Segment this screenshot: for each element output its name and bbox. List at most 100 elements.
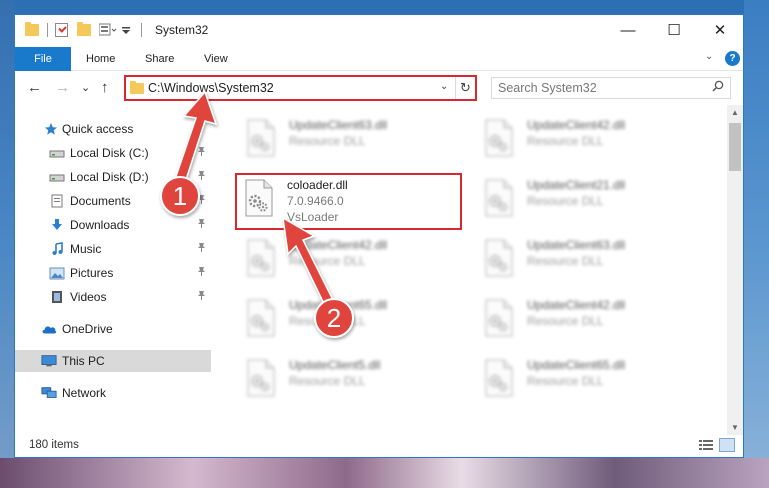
forward-button[interactable]: →	[55, 79, 70, 96]
coloader-tile[interactable]: coloader.dll 7.0.9466.0 VsLoader	[235, 173, 462, 230]
desktop-background-bottom	[0, 458, 769, 488]
dll-file-icon	[245, 119, 277, 157]
file-detail: Resource DLL	[527, 194, 604, 208]
sidebar-item-label: Quick access	[62, 122, 134, 136]
item-count: 180 items	[29, 439, 79, 451]
file-tile[interactable]: UpdateClient65.dll Resource DLL	[239, 295, 469, 345]
separator	[141, 23, 142, 37]
sidebar-item-this-pc[interactable]: This PC	[15, 350, 211, 372]
address-bar[interactable]: C:\Windows\System32 ⌄ ↻	[124, 75, 477, 101]
sidebar-item-label: Documents	[70, 194, 131, 208]
file-detail: Resource DLL	[527, 314, 604, 328]
vertical-scrollbar[interactable]: ▲ ▼	[727, 105, 743, 435]
pictures-icon	[49, 266, 65, 280]
pin-icon	[197, 266, 206, 280]
recent-locations-button[interactable]: ⌄	[81, 81, 90, 94]
tab-home[interactable]: Home	[86, 47, 115, 71]
address-path[interactable]: C:\Windows\System32	[148, 81, 274, 95]
minimize-button[interactable]: —	[605, 15, 651, 45]
sidebar-item-label: OneDrive	[62, 322, 113, 336]
pin-icon	[197, 242, 206, 256]
download-icon	[49, 218, 65, 232]
search-input[interactable]	[492, 78, 697, 98]
new-folder-icon[interactable]	[77, 22, 91, 36]
scrollbar-thumb[interactable]	[729, 123, 741, 171]
navigation-bar: ← → ⌄ ↑ C:\Windows\System32 ⌄ ↻	[15, 71, 743, 105]
scroll-up-icon[interactable]: ▲	[731, 108, 739, 117]
drive-icon	[49, 170, 65, 184]
sidebar-item-local-disk-d[interactable]: Local Disk (D:)	[15, 166, 211, 188]
close-button[interactable]: ✕	[697, 15, 743, 45]
sidebar-item-onedrive[interactable]: OneDrive	[15, 318, 211, 340]
sidebar-item-label: This PC	[62, 354, 105, 368]
pin-icon	[197, 170, 206, 184]
sidebar-item-label: Videos	[70, 290, 107, 304]
ribbon-tabs: File Home Share View ⌄ ?	[15, 47, 743, 71]
refresh-button[interactable]: ↻	[455, 77, 475, 99]
scroll-down-icon[interactable]: ▼	[731, 423, 739, 432]
file-detail: Resource DLL	[289, 254, 366, 268]
sidebar-item-label: Music	[70, 242, 102, 256]
file-detail: Resource DLL	[527, 134, 604, 148]
file-tile[interactable]: UpdateClient42.dll Resource DLL	[477, 115, 707, 165]
details-view-icon[interactable]	[699, 439, 713, 451]
navigation-pane: Quick access Local Disk (C:) Local Disk (D…	[15, 105, 211, 435]
file-tile[interactable]: UpdateClient5.dll Resource DLL	[239, 355, 469, 405]
file-detail: Resource DLL	[527, 254, 604, 268]
status-bar: 180 items	[15, 435, 743, 457]
tab-share[interactable]: Share	[145, 47, 174, 71]
sidebar-item-local-disk-c[interactable]: Local Disk (C:)	[15, 142, 211, 164]
sidebar-item-pictures[interactable]: Pictures	[15, 262, 211, 284]
properties-icon[interactable]	[55, 23, 68, 37]
file-description: VsLoader	[287, 210, 339, 224]
tab-file[interactable]: File	[15, 47, 71, 71]
pin-icon	[197, 194, 206, 208]
file-tile[interactable]: UpdateClient42.dll Resource DLL	[477, 295, 707, 345]
folder-icon	[130, 81, 144, 94]
file-tile[interactable]: UpdateClient21.dll Resource DLL	[477, 175, 707, 225]
pin-icon	[197, 290, 206, 304]
file-tile[interactable]: UpdateClient63.dll Resource DLL	[477, 235, 707, 285]
search-icon[interactable]	[712, 80, 724, 95]
file-name: UpdateClient21.dll	[527, 178, 626, 192]
sidebar-item-quick-access[interactable]: Quick access	[15, 118, 211, 140]
file-name: UpdateClient42.dll	[527, 298, 626, 312]
ribbon-collapse-icon[interactable]: ⌄	[705, 51, 713, 62]
file-tile[interactable]: UpdateClient65.dll Resource DLL	[477, 355, 707, 405]
dll-file-icon	[245, 299, 277, 337]
sidebar-item-documents[interactable]: Documents	[15, 190, 211, 212]
sidebar-item-label: Downloads	[70, 218, 130, 232]
back-button[interactable]: ←	[27, 79, 42, 96]
window-title: System32	[155, 23, 209, 37]
up-button[interactable]: ↑	[101, 79, 109, 96]
address-dropdown-icon[interactable]: ⌄	[440, 81, 448, 92]
network-icon	[41, 386, 57, 400]
sidebar-item-label: Local Disk (C:)	[70, 146, 149, 160]
file-name: UpdateClient65.dll	[289, 298, 388, 312]
dll-file-icon	[483, 239, 515, 277]
sidebar-item-music[interactable]: Music	[15, 238, 211, 260]
tab-view[interactable]: View	[204, 47, 228, 71]
tiles-view-icon[interactable]	[719, 438, 735, 452]
star-icon	[43, 122, 59, 136]
folder-icon	[25, 22, 39, 36]
file-tile[interactable]: UpdateClient63.dll Resource DLL	[239, 115, 469, 165]
sidebar-item-downloads[interactable]: Downloads	[15, 214, 211, 236]
drive-icon	[49, 146, 65, 160]
file-name: UpdateClient63.dll	[527, 238, 626, 252]
dll-file-icon	[483, 359, 515, 397]
customize-toolbar-icon[interactable]	[98, 23, 117, 36]
file-detail: Resource DLL	[289, 314, 366, 328]
file-tile[interactable]: UpdateClient42.dll Resource DLL	[239, 235, 469, 285]
file-detail: Resource DLL	[527, 374, 604, 388]
search-box[interactable]	[491, 77, 731, 99]
file-name: UpdateClient63.dll	[289, 118, 388, 132]
sidebar-item-videos[interactable]: Videos	[15, 286, 211, 308]
quick-access-dropdown-icon[interactable]	[121, 25, 131, 37]
file-name: UpdateClient65.dll	[527, 358, 626, 372]
documents-icon	[49, 194, 65, 208]
sidebar-item-network[interactable]: Network	[15, 382, 211, 404]
dll-file-icon	[243, 179, 275, 217]
help-icon[interactable]: ?	[725, 51, 740, 66]
maximize-button[interactable]: ☐	[651, 15, 697, 45]
